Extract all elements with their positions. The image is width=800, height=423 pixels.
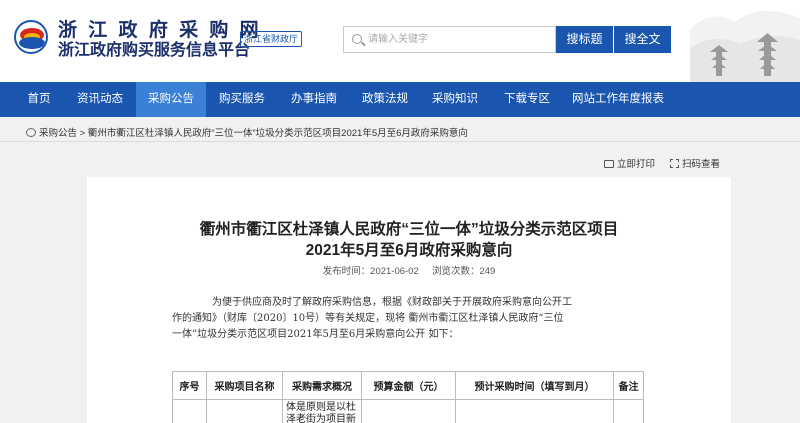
scan-label: 扫码查看	[682, 159, 721, 170]
col-header-no: 序号	[172, 371, 207, 400]
article-title-line2: 2021年5月至6月政府采购意向	[305, 242, 513, 259]
col-header-budget: 预算金额（元）	[361, 371, 456, 400]
site-logo-icon[interactable]	[14, 20, 48, 54]
scan-button[interactable]: 扫码查看	[670, 156, 720, 170]
cell-project-name	[206, 399, 283, 423]
location-icon	[26, 128, 36, 137]
search-box	[343, 26, 556, 53]
nav-item-annual-report[interactable]: 网站工作年度报表	[566, 82, 670, 117]
intro-line-1: 为便于供应商及时了解政府采购信息，根据《财政部关于开展政府采购意向公开工	[212, 297, 572, 308]
search-input[interactable]	[368, 30, 553, 49]
breadcrumb-current: 衢州市衢江区杜泽镇人民政府“三位一体”垃圾分类示范区项目2021年5月至6月政府…	[87, 128, 468, 139]
demand-line-1: 体是原则是以杜	[286, 402, 356, 413]
article-meta: 发布时间：2021-06-02 浏览次数：249	[87, 263, 731, 277]
cell-demand: 体是原则是以杜 泽老街为项目新	[282, 399, 362, 423]
col-header-demand: 采购需求概况	[282, 371, 362, 400]
nav-item-regulations[interactable]: 政策法规	[350, 82, 420, 117]
table-row: 体是原则是以杜 泽老街为项目新	[172, 399, 644, 423]
demand-line-2: 泽老街为项目新	[286, 414, 356, 423]
breadcrumb-divider	[0, 141, 800, 142]
site-subtitle[interactable]: 浙江政府购买服务信息平台	[58, 36, 250, 60]
nav-item-guide[interactable]: 办事指南	[280, 82, 348, 117]
views-count: 249	[479, 266, 496, 277]
views-label: 浏览次数：	[431, 266, 480, 277]
nav-item-news[interactable]: 资讯动态	[66, 82, 134, 117]
nav-item-procurement-notice[interactable]: 采购公告	[136, 82, 206, 117]
search-title-button[interactable]: 搜标题	[556, 26, 613, 53]
print-button[interactable]: 立即打印	[604, 156, 655, 170]
publish-label: 发布时间：	[322, 266, 371, 277]
cell-remark	[613, 399, 644, 423]
nav-item-purchase-service[interactable]: 购买服务	[208, 82, 276, 117]
site-header: 浙 江 政 府 采 购 网 浙江政府购买服务信息平台 浙江省财政厅 搜标题 搜全…	[0, 0, 800, 82]
dept-badge[interactable]: 浙江省财政厅	[240, 31, 303, 47]
intro-line-2: 作的通知》（财库〔2020〕10号）等有关规定，现将 衢州市衢江区杜泽镇人民政府…	[172, 313, 564, 324]
search-icon	[352, 34, 362, 44]
cell-no	[172, 399, 207, 423]
pagoda-decoration-icon	[690, 10, 800, 82]
procurement-table: 序号 采购项目名称 采购需求概况 预算金额（元） 预计采购时间（填写到月） 备注…	[172, 371, 644, 423]
print-label: 立即打印	[617, 159, 656, 170]
breadcrumb-separator: >	[79, 128, 86, 139]
search-fulltext-button[interactable]: 搜全文	[614, 26, 671, 53]
col-header-remark: 备注	[613, 371, 644, 400]
article-intro: 为便于供应商及时了解政府采购信息，根据《财政部关于开展政府采购意向公开工 作的通…	[172, 295, 662, 343]
cell-time	[455, 399, 614, 423]
print-icon	[604, 160, 614, 168]
breadcrumb-section[interactable]: 采购公告	[39, 128, 77, 139]
col-header-project-name: 采购项目名称	[206, 371, 283, 400]
col-header-time: 预计采购时间（填写到月）	[455, 371, 614, 400]
cell-budget	[361, 399, 456, 423]
table-header-row: 序号 采购项目名称 采购需求概况 预算金额（元） 预计采购时间（填写到月） 备注	[172, 371, 644, 400]
article-card: 衢州市衢江区杜泽镇人民政府“三位一体”垃圾分类示范区项目 2021年5月至6月政…	[87, 177, 731, 423]
qr-code-icon	[670, 159, 679, 168]
article-title-line1: 衢州市衢江区杜泽镇人民政府“三位一体”垃圾分类示范区项目	[199, 221, 619, 238]
nav-item-downloads[interactable]: 下载专区	[492, 82, 562, 117]
publish-time: 2021-06-02	[370, 266, 419, 277]
intro-line-3: 一体”垃圾分类示范区项目2021年5月至6月采购意向公开 如下：	[172, 329, 459, 340]
nav-item-knowledge[interactable]: 采购知识	[421, 82, 489, 117]
nav-item-home[interactable]: 首页	[17, 82, 61, 117]
main-nav: 首页 资讯动态 采购公告 购买服务 办事指南 政策法规 采购知识 下载专区 网站…	[0, 82, 800, 117]
logo-blue-arc	[19, 37, 45, 49]
breadcrumb: 采购公告 > 衢州市衢江区杜泽镇人民政府“三位一体”垃圾分类示范区项目2021年…	[26, 125, 468, 139]
